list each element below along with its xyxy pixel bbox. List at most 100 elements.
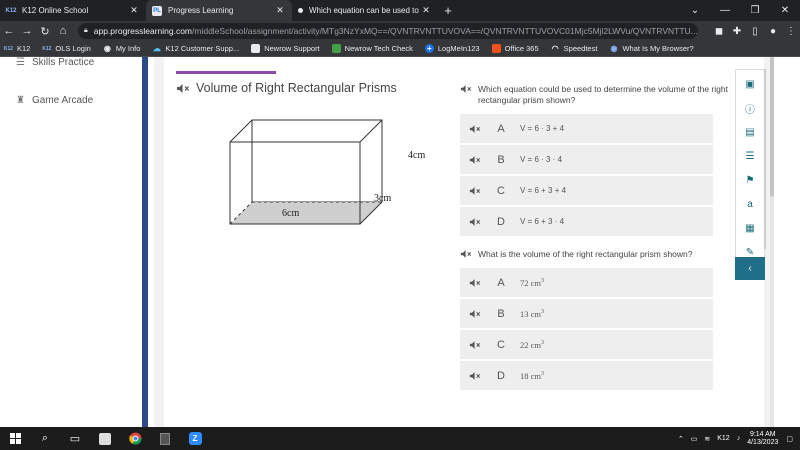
extension-icon[interactable]: ◼ <box>710 26 728 37</box>
close-tab-icon[interactable]: ✕ <box>274 5 286 16</box>
content-scrollbar-thumb[interactable] <box>770 57 774 197</box>
close-tab-icon[interactable]: ✕ <box>128 5 140 16</box>
tray-label[interactable]: K12 <box>717 435 729 442</box>
battery-icon[interactable]: ▭ <box>691 435 698 443</box>
bookmark-label: Newrow Support <box>264 44 320 53</box>
q2-option-c[interactable]: C 22 cm3 <box>460 330 713 359</box>
tab-which-equation[interactable]: Which equation can be used to f ✕ <box>292 0 438 21</box>
save-icon[interactable]: ▣ <box>736 74 764 94</box>
speaker-muted-icon[interactable] <box>176 83 190 94</box>
home-icon[interactable]: ⌂ <box>54 21 72 41</box>
bookmark-k12[interactable]: K12 K12 <box>4 44 30 53</box>
browser-tab-strip: K12 K12 Online School ✕ PL Progress Lear… <box>0 0 800 21</box>
option-letter: D <box>497 369 505 382</box>
bookmark-k12-customer-support[interactable]: ☁ K12 Customer Supp... <box>152 44 239 53</box>
speaker-muted-icon[interactable] <box>460 217 490 227</box>
back-icon[interactable]: ← <box>0 21 18 41</box>
option-text: V = 6 · 3 + 4 <box>520 124 565 133</box>
bookmark-label: K12 Customer Supp... <box>165 44 240 53</box>
tab-title: Which equation can be used to f <box>309 6 420 15</box>
chrome-icon[interactable] <box>120 427 150 450</box>
option-text: V = 6 + 3 · 4 <box>520 217 565 226</box>
restore-icon[interactable]: ❐ <box>740 0 770 21</box>
close-window-icon[interactable]: ✕ <box>770 0 800 21</box>
side-panel-icon[interactable]: ▯ <box>746 26 764 37</box>
zoom-app-icon[interactable]: Z <box>180 427 210 450</box>
globe-icon: ◉ <box>610 44 618 53</box>
accessibility-icon[interactable]: ⓘ <box>736 98 764 118</box>
bookmark-my-info[interactable]: ◉ My Info <box>103 44 141 53</box>
app-icon[interactable] <box>90 427 120 450</box>
task-view-icon[interactable]: ▭ <box>60 427 90 450</box>
lesson-title: Volume of Right Rectangular Prisms <box>176 81 397 95</box>
option-text: V = 6 · 3 · 4 <box>520 155 563 164</box>
new-tab-button[interactable]: + <box>438 0 458 21</box>
tab-progress-learning[interactable]: PL Progress Learning ✕ <box>146 0 292 21</box>
q2-option-a[interactable]: A 72 cm3 <box>460 268 713 297</box>
tab-k12-online-school[interactable]: K12 K12 Online School ✕ <box>0 0 146 21</box>
clock[interactable]: 9:14 AM 4/13/2023 <box>747 431 778 447</box>
speaker-muted-icon[interactable] <box>460 186 490 196</box>
bookmark-office-365[interactable]: Office 365 <box>491 44 539 53</box>
notification-icon[interactable]: ▢ <box>786 435 793 443</box>
collapse-tools-button[interactable]: ‹ <box>735 257 765 280</box>
tools-panel: ▣ ⓘ ▤ ☰ ⚑ a ▦ ✎ <box>735 69 765 280</box>
speaker-muted-icon[interactable] <box>460 278 490 288</box>
chevron-up-icon[interactable]: ⌃ <box>678 435 684 443</box>
speaker-muted-icon[interactable] <box>460 249 472 259</box>
notes-icon[interactable]: ▤ <box>736 122 764 142</box>
sidebar-item-game-arcade[interactable]: ♜ Game Arcade <box>16 95 93 106</box>
search-icon[interactable]: ⌕ <box>30 427 60 450</box>
close-tab-icon[interactable]: ✕ <box>420 5 432 16</box>
speaker-muted-icon[interactable] <box>460 340 490 350</box>
calculator-icon[interactable]: ▦ <box>736 218 764 238</box>
q1-option-a[interactable]: A V = 6 · 3 + 4 <box>460 114 713 143</box>
bookmark-newrow-support[interactable]: Newrow Support <box>251 44 320 53</box>
bookmark-label: K12 <box>17 44 31 53</box>
bookmark-what-is-my-browser[interactable]: ◉ What Is My Browser? <box>609 44 693 53</box>
plus-icon: + <box>424 44 434 53</box>
speaker-muted-icon[interactable] <box>460 309 490 319</box>
document-icon[interactable]: ☰ <box>736 146 764 166</box>
bookmark-ols-login[interactable]: K12 OLS Login <box>42 44 91 53</box>
bookmark-label: My Info <box>115 44 141 53</box>
tools-scrollbar[interactable] <box>764 69 766 249</box>
extensions-puzzle-icon[interactable]: ✚ <box>728 26 746 37</box>
page-viewport: ☰ Skills Practice ♜ Game Arcade Volume o… <box>0 57 800 427</box>
reload-icon[interactable]: ↻ <box>36 21 54 41</box>
width-label: 6cm <box>282 208 300 219</box>
windows-start-icon[interactable] <box>0 427 30 450</box>
tab-search-icon[interactable]: ⌄ <box>680 0 710 21</box>
option-text: 72 cm3 <box>520 277 545 288</box>
q2-option-d[interactable]: D 18 cm3 <box>460 361 713 390</box>
q1-option-d[interactable]: D V = 6 + 3 · 4 <box>460 207 713 236</box>
flag-icon[interactable]: ⚑ <box>736 170 764 190</box>
wifi-icon[interactable]: ≋ <box>704 435 710 443</box>
forward-icon[interactable]: → <box>18 21 36 41</box>
sidebar-item-skills-practice[interactable]: ☰ Skills Practice <box>16 57 94 68</box>
rectangular-prism-figure: 4cm 3cm 6cm <box>224 112 425 232</box>
speaker-muted-icon[interactable] <box>460 155 490 165</box>
prism-drawing <box>229 119 383 225</box>
lock-icon[interactable]: 🔒︎ <box>84 27 88 35</box>
bookmark-label: What Is My Browser? <box>622 44 694 53</box>
question-1: Which equation could be used to determin… <box>460 84 730 106</box>
translate-icon[interactable]: a <box>736 194 764 214</box>
bookmark-speedtest[interactable]: ◠ Speedtest <box>551 44 598 53</box>
volume-icon[interactable]: ♪ <box>737 435 741 442</box>
menu-icon[interactable]: ⋮ <box>782 26 800 37</box>
q2-option-b[interactable]: B 13 cm3 <box>460 299 713 328</box>
q1-option-b[interactable]: B V = 6 · 3 · 4 <box>460 145 713 174</box>
speaker-muted-icon[interactable] <box>460 84 472 94</box>
speaker-muted-icon[interactable] <box>460 124 490 134</box>
minimize-icon[interactable]: — <box>710 0 740 21</box>
calculator-app-icon[interactable] <box>150 427 180 450</box>
q1-option-c[interactable]: C V = 6 + 3 + 4 <box>460 176 713 205</box>
option-letter: B <box>497 153 505 166</box>
bookmark-newrow-tech-check[interactable]: Newrow Tech Check <box>331 44 413 53</box>
address-bar[interactable]: 🔒︎ app.progresslearning.com/middleSchool… <box>78 23 698 39</box>
bookmark-logmein123[interactable]: + LogMeIn123 <box>424 44 480 53</box>
profile-icon[interactable]: ● <box>764 26 782 37</box>
url-host: app.progresslearning.com <box>93 26 193 36</box>
speaker-muted-icon[interactable] <box>460 371 490 381</box>
